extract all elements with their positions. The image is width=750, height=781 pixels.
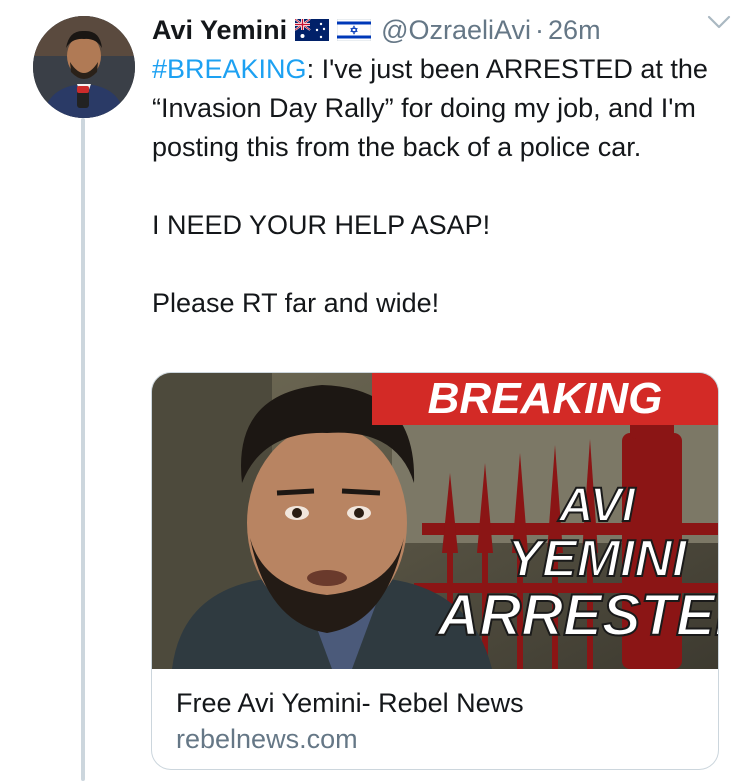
author-name[interactable]: Avi Yemini [152,15,287,46]
israel-flag-icon [337,19,372,41]
card-meta: Free Avi Yemini- Rebel News rebelnews.co… [176,685,706,757]
card-headline-line-3: ARRESTED [435,583,718,648]
separator-dot: · [535,14,545,45]
tweet-paragraph-2: I NEED YOUR HELP ASAP! [152,210,491,240]
card-headline-line-2: YEMINI [507,530,688,588]
avatar-photo [33,16,135,118]
author-handle[interactable]: @OzraeliAvi [381,15,531,46]
card-domain[interactable]: rebelnews.com [176,721,706,757]
card-banner-text: BREAKING [428,374,663,423]
tweet-header: Avi Yemini @OzraeliAvi · 26m [152,8,742,52]
timestamp[interactable]: 26m [548,15,601,46]
australia-flag-icon [295,19,330,41]
tweet-paragraph-1: #BREAKING: I've just been ARRESTED at th… [152,50,732,167]
thread-line [81,118,85,781]
hashtag-link[interactable]: #BREAKING [152,54,307,84]
card-title[interactable]: Free Avi Yemini- Rebel News [176,685,706,721]
card-headline-line-1: AVI [558,479,637,532]
link-card[interactable]: BREAKING AVI YEMINI ARRESTED Free Avi Ye… [151,372,719,770]
card-thumbnail: BREAKING AVI YEMINI ARRESTED [152,373,718,669]
chevron-down-icon[interactable] [706,12,732,32]
avatar[interactable] [33,16,135,118]
tweet-paragraph-3: Please RT far and wide! [152,288,440,318]
tweet-text: #BREAKING: I've just been ARRESTED at th… [152,50,732,323]
